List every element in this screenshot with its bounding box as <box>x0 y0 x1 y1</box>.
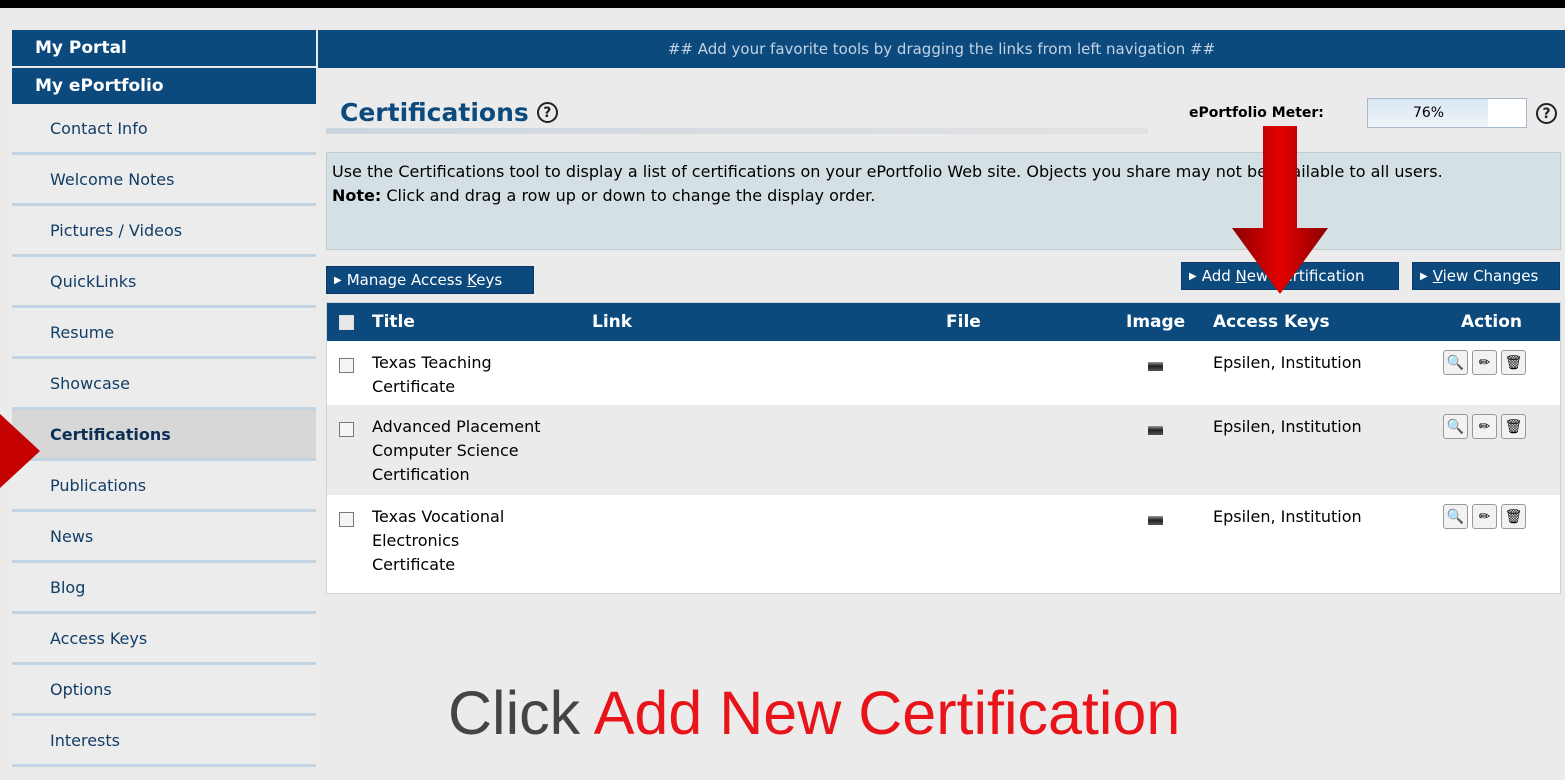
delete-bin-icon[interactable]: 🗑 <box>1501 504 1526 529</box>
table-row[interactable]: Texas Teaching Certificate Epsilen, Insti… <box>327 341 1560 405</box>
row-access-keys: Epsilen, Institution <box>1213 353 1362 372</box>
edit-pencil-icon[interactable]: ✏ <box>1472 504 1497 529</box>
sidebar-header-my-portal[interactable]: My Portal <box>12 30 316 66</box>
table-row[interactable]: Advanced Placement Computer Science Certif… <box>327 405 1560 495</box>
row-checkbox[interactable] <box>339 358 354 373</box>
arrow-right-icon <box>0 414 40 488</box>
view-magnifier-icon[interactable]: 🔍 <box>1443 350 1468 375</box>
select-all-checkbox[interactable] <box>339 315 354 330</box>
sidebar-item-options[interactable]: Options <box>12 665 316 716</box>
sidebar-item-pictures-videos[interactable]: Pictures / Videos <box>12 206 316 257</box>
sidebar-item-publications[interactable]: Publications <box>12 461 316 512</box>
column-action: Action <box>1461 312 1522 332</box>
column-title[interactable]: Title <box>372 312 415 332</box>
table-row[interactable]: Texas Vocational Electronics Certificate E… <box>327 495 1560 593</box>
row-title: Texas Vocational Electronics Certificate <box>372 507 505 574</box>
row-checkbox[interactable] <box>339 422 354 437</box>
sidebar-item-welcome-notes[interactable]: Welcome Notes <box>12 155 316 206</box>
column-link[interactable]: Link <box>592 312 632 332</box>
sidebar-item-interests[interactable]: Interests <box>12 716 316 767</box>
image-thumbnail-icon[interactable] <box>1148 516 1163 525</box>
triangle-right-icon: ▶ <box>1189 270 1197 282</box>
sidebar-item-contact-info[interactable]: Contact Info <box>12 104 316 155</box>
tutorial-caption: Click Add New Certification <box>448 678 1180 748</box>
manage-access-keys-label: Manage Access Keys <box>346 271 503 289</box>
triangle-right-icon: ▶ <box>1420 270 1428 282</box>
page-title: Certifications ? <box>340 98 558 127</box>
view-changes-label: View Changes <box>1432 267 1539 285</box>
arrow-down-icon <box>1232 126 1328 294</box>
caption-prefix: Click <box>448 679 594 747</box>
page-title-text: Certifications <box>340 98 529 127</box>
delete-bin-icon[interactable]: 🗑 <box>1501 414 1526 439</box>
sidebar-nav: My Portal My ePortfolio Contact Info Wel… <box>12 30 316 780</box>
delete-bin-icon[interactable]: 🗑 <box>1501 350 1526 375</box>
sidebar-item-blog[interactable]: Blog <box>12 563 316 614</box>
sidebar-item-access-keys[interactable]: Access Keys <box>12 614 316 665</box>
row-title: Texas Teaching Certificate <box>372 353 492 396</box>
row-access-keys: Epsilen, Institution <box>1213 417 1362 436</box>
view-changes-button[interactable]: ▶ View Changes <box>1412 262 1560 290</box>
eportfolio-meter: 76% <box>1367 98 1527 128</box>
sidebar-item-news[interactable]: News <box>12 512 316 563</box>
favorite-tools-banner: ## Add your favorite tools by dragging t… <box>318 30 1565 68</box>
instructions-text: Use the Certifications tool to display a… <box>332 162 1443 181</box>
sidebar-item-certifications[interactable]: Certifications <box>12 410 316 461</box>
image-thumbnail-icon[interactable] <box>1148 362 1163 371</box>
note-text: Click and drag a row up or down to chang… <box>381 186 876 205</box>
view-magnifier-icon[interactable]: 🔍 <box>1443 414 1468 439</box>
edit-pencil-icon[interactable]: ✏ <box>1472 350 1497 375</box>
eportfolio-meter-label: ePortfolio Meter: <box>1189 105 1324 121</box>
triangle-right-icon: ▶ <box>334 274 342 286</box>
certifications-table: Title Link File Image Access Keys Action… <box>326 302 1561 594</box>
table-header: Title Link File Image Access Keys Action <box>327 303 1560 341</box>
top-black-bar <box>0 0 1565 8</box>
row-title: Advanced Placement Computer Science Certif… <box>372 417 541 484</box>
title-underline <box>326 128 1148 134</box>
meter-help-icon[interactable]: ? <box>1536 103 1557 124</box>
column-access-keys[interactable]: Access Keys <box>1213 312 1330 332</box>
help-icon[interactable]: ? <box>536 102 558 123</box>
view-magnifier-icon[interactable]: 🔍 <box>1443 504 1468 529</box>
image-thumbnail-icon[interactable] <box>1148 426 1163 435</box>
caption-highlight: Add New Certification <box>593 679 1181 747</box>
sidebar-item-showcase[interactable]: Showcase <box>12 359 316 410</box>
row-checkbox[interactable] <box>339 512 354 527</box>
row-access-keys: Epsilen, Institution <box>1213 507 1362 526</box>
note-label: Note: <box>332 186 382 205</box>
eportfolio-meter-value: 76% <box>1412 105 1445 121</box>
column-file[interactable]: File <box>946 312 981 332</box>
sidebar-item-quicklinks[interactable]: QuickLinks <box>12 257 316 308</box>
sidebar-item-resume[interactable]: Resume <box>12 308 316 359</box>
sidebar-header-my-eportfolio[interactable]: My ePortfolio <box>12 68 316 104</box>
instructions-box: Use the Certifications tool to display a… <box>326 152 1561 250</box>
edit-pencil-icon[interactable]: ✏ <box>1472 414 1497 439</box>
manage-access-keys-button[interactable]: ▶ Manage Access Keys <box>326 266 534 294</box>
column-image: Image <box>1126 312 1186 332</box>
instructions-note: Note: Click and drag a row up or down to… <box>332 184 1560 208</box>
